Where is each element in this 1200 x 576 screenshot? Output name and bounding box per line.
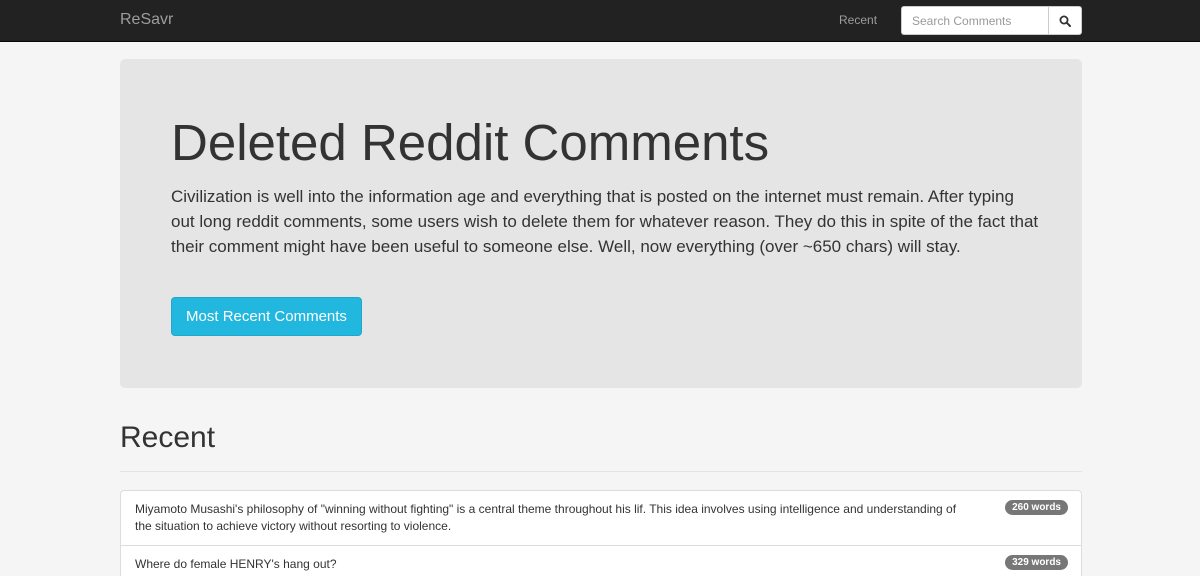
nav-recent-link[interactable]: Recent	[839, 13, 877, 27]
recent-heading: Recent	[120, 421, 216, 454]
word-count-badge: 260 words	[1005, 500, 1068, 515]
brand-link[interactable]: ReSavr	[120, 11, 173, 29]
jumbotron: Deleted Reddit Comments Civilization is …	[120, 59, 1082, 388]
search-button[interactable]	[1048, 6, 1082, 35]
list-item[interactable]: Miyamoto Musashi's philosophy of "winnin…	[121, 491, 1081, 546]
most-recent-comments-button[interactable]: Most Recent Comments	[171, 297, 362, 336]
search-form	[901, 6, 1082, 35]
comment-text: Where do female HENRY's hang out?	[135, 557, 337, 571]
search-input[interactable]	[901, 6, 1048, 35]
intro-text: Civilization is well into the informatio…	[171, 187, 1039, 256]
word-count-badge: 329 words	[1005, 555, 1068, 570]
page-title: Deleted Reddit Comments	[171, 114, 770, 171]
comment-text: Miyamoto Musashi's philosophy of "winnin…	[135, 502, 957, 533]
divider	[120, 471, 1082, 472]
recent-comments-list: Miyamoto Musashi's philosophy of "winnin…	[120, 490, 1082, 576]
search-icon	[1059, 15, 1071, 27]
navbar: ReSavr Recent	[0, 0, 1200, 42]
list-item[interactable]: Where do female HENRY's hang out? 329 wo…	[121, 546, 1081, 576]
